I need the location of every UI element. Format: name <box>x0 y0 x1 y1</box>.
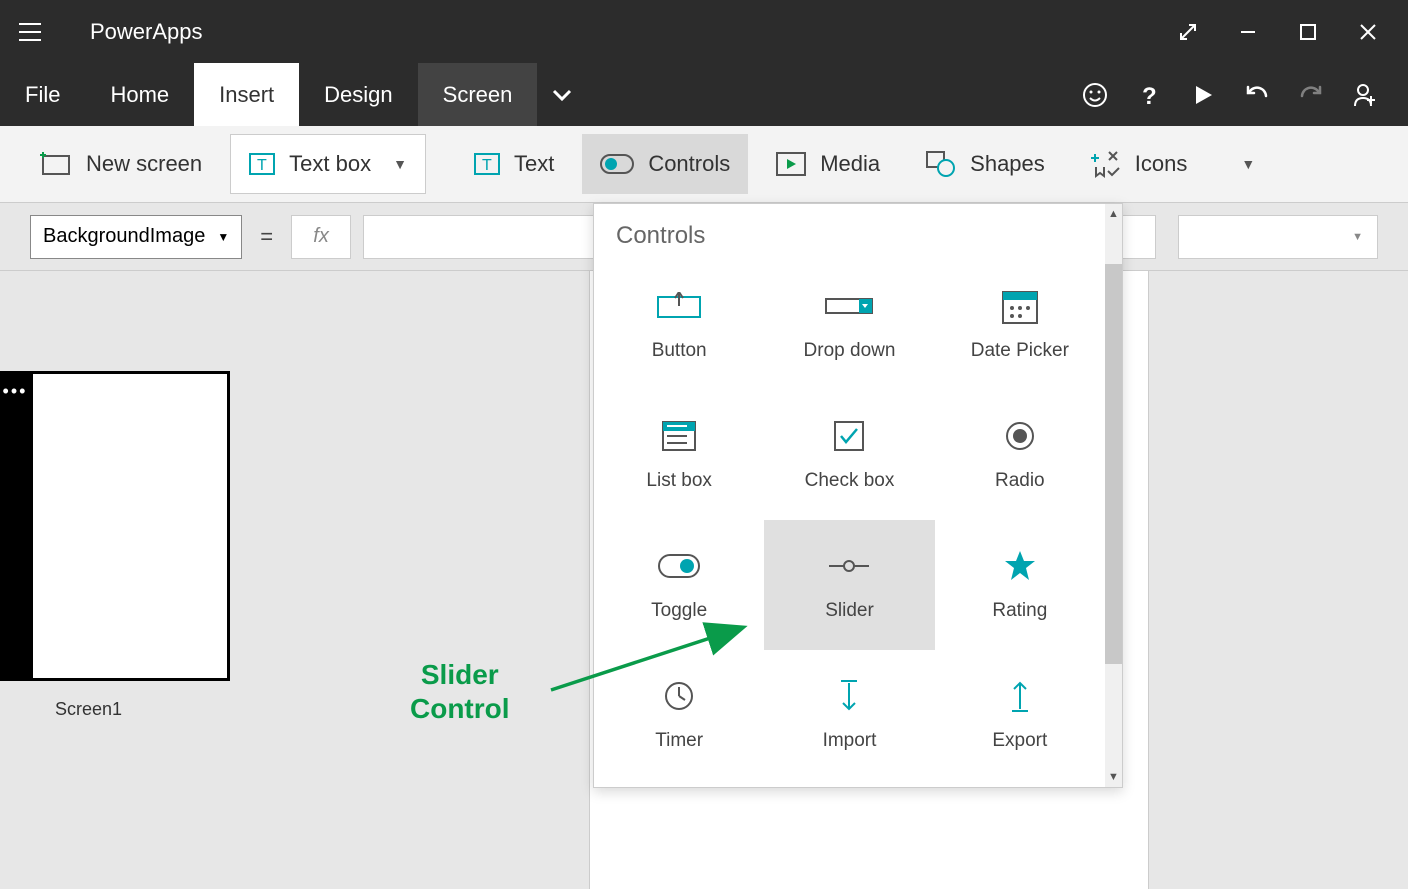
add-user-icon[interactable] <box>1352 82 1378 108</box>
control-label: List box <box>646 470 711 492</box>
chevron-down-icon: ▼ <box>217 230 229 244</box>
ribbon: New screen T Text box ▼ T Text Controls … <box>0 126 1408 203</box>
close-button[interactable] <box>1353 17 1383 47</box>
svg-text:T: T <box>482 157 492 174</box>
chevron-down-icon: ▼ <box>393 156 407 172</box>
control-label: Rating <box>992 600 1047 622</box>
text-box-button[interactable]: T Text box ▼ <box>230 134 426 194</box>
control-label: Date Picker <box>971 340 1069 362</box>
icons-button[interactable]: Icons <box>1073 134 1206 194</box>
checkbox-icon <box>834 418 864 454</box>
value-select[interactable]: ▼ <box>1178 215 1378 259</box>
control-datepicker[interactable]: Date Picker <box>935 260 1105 390</box>
control-label: Export <box>992 730 1047 752</box>
media-label: Media <box>820 151 880 177</box>
menu-screen[interactable]: Screen <box>418 63 538 126</box>
app-title: PowerApps <box>90 19 203 45</box>
datepicker-icon <box>1002 288 1038 324</box>
hamburger-menu[interactable] <box>0 23 60 41</box>
controls-button[interactable]: Controls <box>582 134 748 194</box>
control-export[interactable]: Export <box>935 650 1105 780</box>
menu-design[interactable]: Design <box>299 63 417 126</box>
rating-icon <box>1003 548 1037 584</box>
play-icon[interactable] <box>1190 82 1216 108</box>
screens-panel: ••• Screen1 <box>0 271 330 889</box>
control-label: Radio <box>995 470 1045 492</box>
new-screen-button[interactable]: New screen <box>22 134 220 194</box>
menu-file[interactable]: File <box>0 63 85 126</box>
title-bar: PowerApps <box>0 0 1408 63</box>
chevron-down-icon: ▼ <box>1241 156 1255 172</box>
control-slider[interactable]: Slider <box>764 520 934 650</box>
ribbon-more-button[interactable]: ▼ <box>1215 134 1273 194</box>
control-label: Toggle <box>651 600 707 622</box>
radio-icon <box>1005 418 1035 454</box>
equals-label: = <box>260 224 273 250</box>
popup-title: Controls <box>594 204 1122 260</box>
menu-insert[interactable]: Insert <box>194 63 299 126</box>
control-radio[interactable]: Radio <box>935 390 1105 520</box>
help-icon[interactable]: ? <box>1136 82 1162 108</box>
control-label: Button <box>652 340 707 362</box>
control-label: Import <box>823 730 877 752</box>
control-label: Drop down <box>804 340 896 362</box>
property-select-value: BackgroundImage <box>43 225 205 248</box>
text-label: Text <box>514 151 554 177</box>
controls-label: Controls <box>648 151 730 177</box>
control-label: Slider <box>825 600 874 622</box>
menu-bar: File Home Insert Design Screen ? <box>0 63 1408 126</box>
scroll-up-icon[interactable]: ▲ <box>1105 204 1122 224</box>
scroll-down-icon[interactable]: ▼ <box>1105 767 1122 787</box>
screen-thumb-menu[interactable]: ••• <box>0 371 30 681</box>
controls-popup: ▲ ▼ Controls Button Drop down Date Picke… <box>593 203 1123 788</box>
button-icon <box>657 288 701 324</box>
expand-icon[interactable] <box>1173 17 1203 47</box>
control-listbox[interactable]: List box <box>594 390 764 520</box>
control-checkbox[interactable]: Check box <box>764 390 934 520</box>
annotation-arrow-icon <box>546 620 756 700</box>
listbox-icon <box>662 418 696 454</box>
chevron-down-icon: ▼ <box>1352 231 1363 243</box>
slider-icon <box>828 548 870 584</box>
shapes-button[interactable]: Shapes <box>908 134 1063 194</box>
import-icon <box>837 678 861 714</box>
svg-text:T: T <box>257 157 267 174</box>
annotation-line2: Control <box>410 692 510 726</box>
toggle-icon <box>658 548 700 584</box>
undo-icon[interactable] <box>1244 82 1270 108</box>
media-button[interactable]: Media <box>758 134 898 194</box>
feedback-icon[interactable] <box>1082 82 1108 108</box>
control-rating[interactable]: Rating <box>935 520 1105 650</box>
text-box-label: Text box <box>289 151 371 177</box>
svg-text:?: ? <box>1142 83 1157 108</box>
export-icon <box>1008 678 1032 714</box>
screen-thumb[interactable] <box>30 371 230 681</box>
control-dropdown[interactable]: Drop down <box>764 260 934 390</box>
control-import[interactable]: Import <box>764 650 934 780</box>
maximize-button[interactable] <box>1293 17 1323 47</box>
annotation-line1: Slider <box>410 658 510 692</box>
menu-home[interactable]: Home <box>85 63 194 126</box>
annotation-label: Slider Control <box>410 658 510 725</box>
control-button[interactable]: Button <box>594 260 764 390</box>
shapes-label: Shapes <box>970 151 1045 177</box>
screen-label: Screen1 <box>55 699 330 720</box>
control-label: Timer <box>655 730 703 752</box>
icons-label: Icons <box>1135 151 1188 177</box>
scrollbar-thumb[interactable] <box>1105 264 1122 664</box>
minimize-button[interactable] <box>1233 17 1263 47</box>
new-screen-label: New screen <box>86 151 202 177</box>
property-select[interactable]: BackgroundImage ▼ <box>30 215 242 259</box>
redo-icon[interactable] <box>1298 82 1324 108</box>
menu-chevron-down-icon[interactable] <box>537 63 587 126</box>
dropdown-icon <box>825 288 873 324</box>
text-button[interactable]: T Text <box>456 134 572 194</box>
control-label: Check box <box>805 470 895 492</box>
fx-label: fx <box>291 215 351 259</box>
